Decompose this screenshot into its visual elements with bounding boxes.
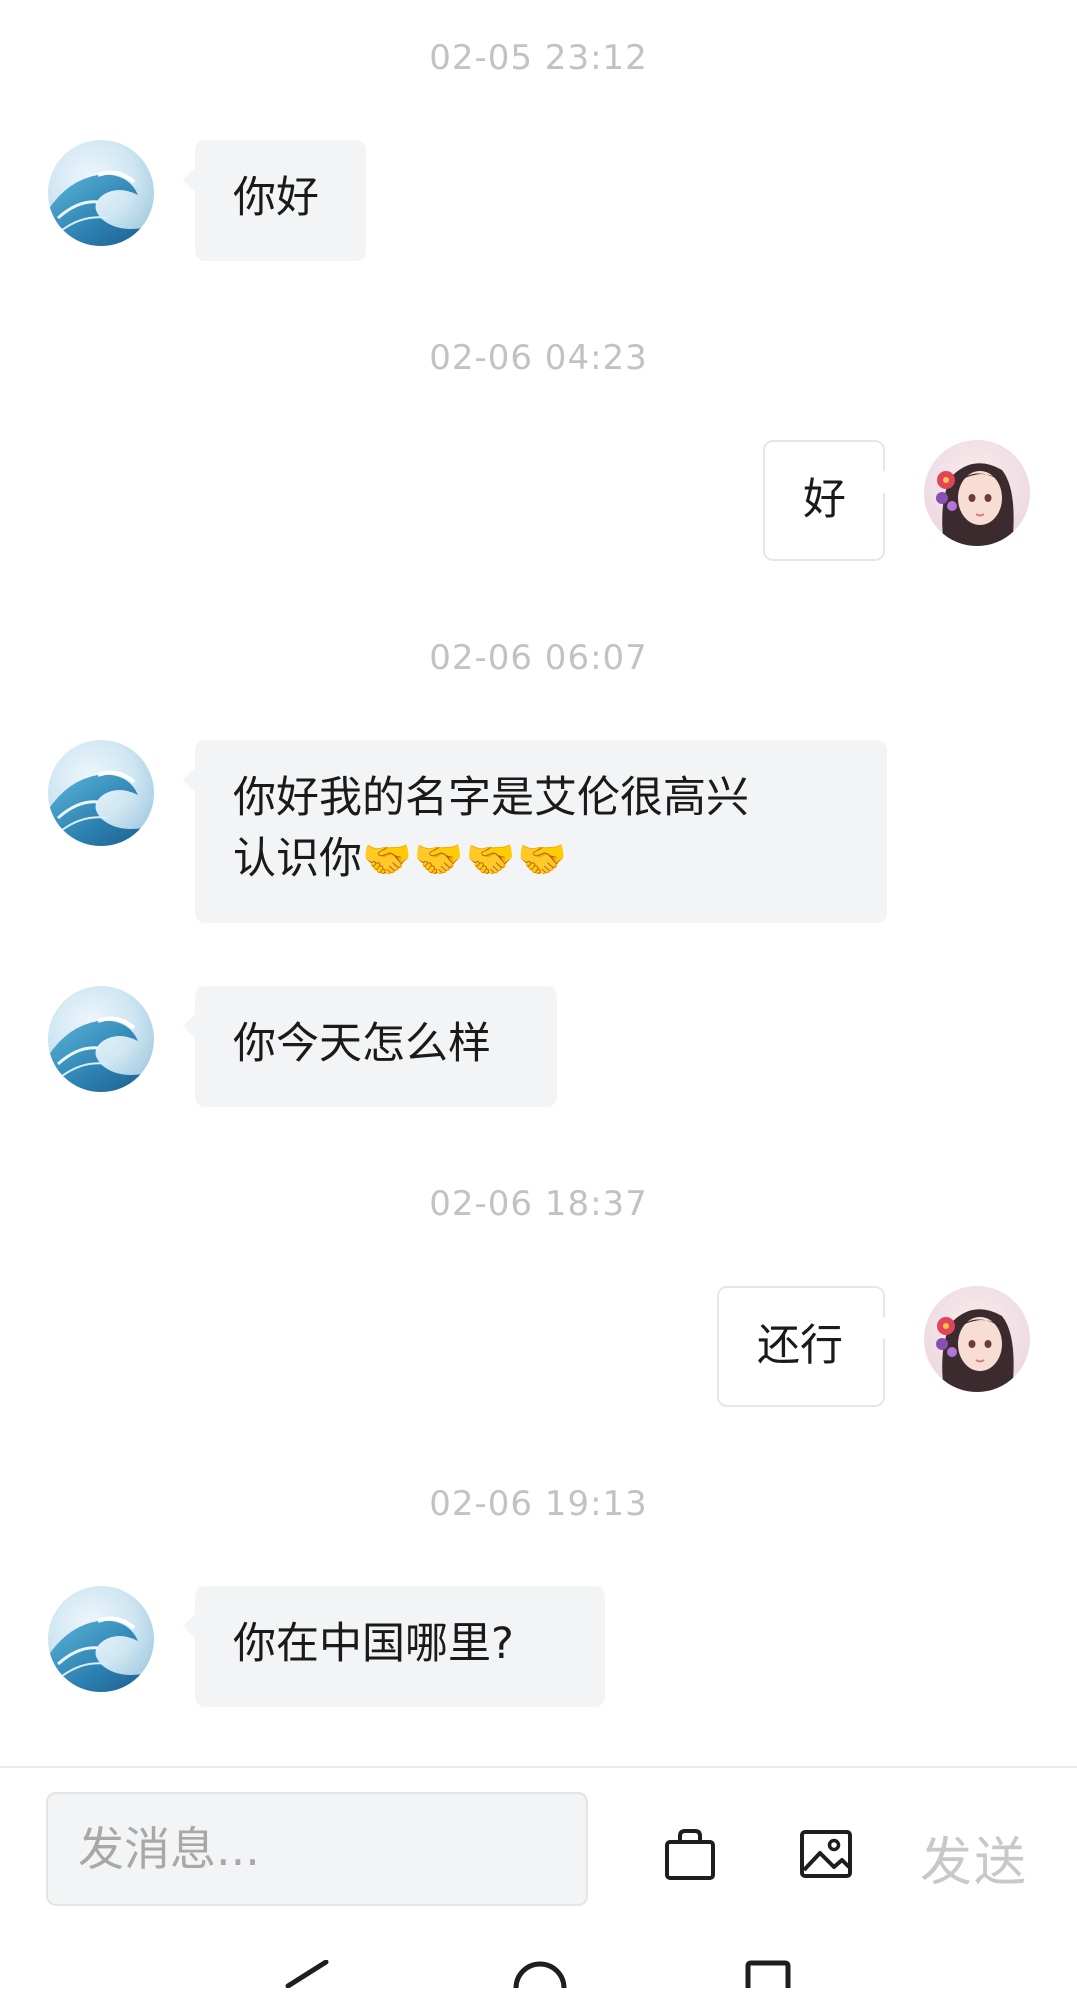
message-bubble[interactable]: 你好 <box>183 140 366 261</box>
contact-avatar[interactable] <box>48 1586 154 1692</box>
message-input-placeholder: 发消息... <box>78 1822 260 1876</box>
message-timestamp: 02-06 18:37 <box>429 1184 648 1224</box>
recents-icon[interactable] <box>744 1960 792 1992</box>
contact-avatar[interactable] <box>48 740 154 846</box>
user-avatar[interactable] <box>924 440 1030 546</box>
contact-avatar[interactable] <box>48 986 154 1092</box>
message-timestamp: 02-06 06:07 <box>429 638 648 678</box>
back-icon[interactable] <box>282 1959 332 1992</box>
message-text: 你好我的名字是艾伦很高兴 <box>233 773 749 823</box>
message-timestamp: 02-06 19:13 <box>429 1484 648 1524</box>
contact-avatar[interactable] <box>48 140 154 246</box>
message-bubble[interactable]: 你好我的名字是艾伦很高兴 认识你🤝🤝🤝🤝 <box>183 740 887 923</box>
message-text: 你好 <box>233 173 319 223</box>
message-bubble[interactable]: 还行 <box>717 1286 895 1407</box>
message-input[interactable]: 发消息... <box>46 1792 588 1906</box>
message-text: 还行 <box>757 1321 843 1371</box>
message-bubble[interactable]: 你在中国哪里? <box>183 1586 605 1707</box>
message-text: 认识你 <box>233 834 362 884</box>
message-text: 你今天怎么样 <box>233 1019 491 1069</box>
shopping-bag-icon[interactable] <box>662 1826 718 1882</box>
message-bubble[interactable]: 好 <box>763 440 895 561</box>
user-avatar[interactable] <box>924 1286 1030 1392</box>
message-timestamp: 02-06 04:23 <box>429 338 648 378</box>
message-text: 好 <box>803 475 846 525</box>
message-text-line: 认识你🤝🤝🤝🤝 <box>233 829 849 891</box>
send-button[interactable]: 发送 <box>920 1820 1028 1895</box>
message-timestamp: 02-05 23:12 <box>429 38 648 78</box>
image-icon[interactable] <box>798 1826 854 1882</box>
message-text: 你在中国哪里? <box>233 1619 514 1669</box>
message-bubble[interactable]: 你今天怎么样 <box>183 986 557 1107</box>
composer-divider <box>0 1766 1077 1768</box>
handshake-emoji: 🤝🤝🤝🤝 <box>362 837 570 883</box>
home-icon[interactable] <box>512 1960 568 1992</box>
